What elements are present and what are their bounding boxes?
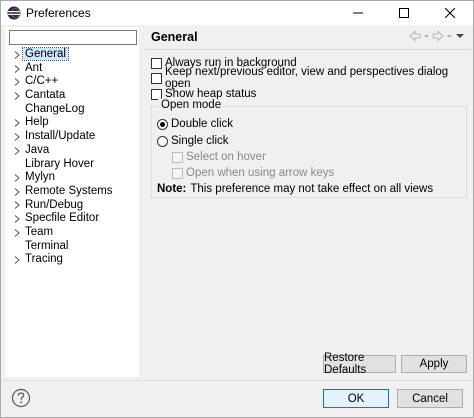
tree-item-label: ChangeLog [25,102,85,115]
view-menu-icon[interactable] [455,30,465,42]
open-arrow-keys-option: Open when using arrow keys [172,166,334,180]
help-icon[interactable] [11,388,31,408]
tree-item[interactable]: Library Hover [5,158,139,172]
tree-item[interactable]: Remote Systems [5,185,139,199]
tree-item-label: Run/Debug [25,198,84,211]
tree-item[interactable]: Java [5,144,139,158]
tree-item-label: Team [25,225,54,238]
chevron-right-icon[interactable] [13,212,21,226]
chevron-right-icon[interactable] [13,116,21,130]
panel-sash[interactable] [141,27,144,377]
forward-arrow-icon[interactable] [432,30,444,42]
tree-item-label: Install/Update [25,130,96,143]
single-click-radio[interactable] [157,135,168,147]
chevron-right-icon[interactable] [13,171,21,185]
tree-item[interactable]: Install/Update [5,130,139,144]
title-bar: Preferences [1,1,473,25]
restore-defaults-button[interactable]: Restore Defaults [323,352,396,376]
preferences-window: Preferences General Ant C/C++ Cantata Change… [0,0,474,418]
tree-item[interactable]: Specfile Editor [5,212,139,226]
chevron-right-icon[interactable] [13,199,21,213]
select-on-hover-option: Select on hover [172,150,266,164]
tree-item-label: C/C++ [25,75,59,88]
tree-item[interactable]: General [5,47,139,62]
page-header: General [145,27,471,47]
chevron-right-icon[interactable] [13,75,21,89]
show-heap-checkbox[interactable] [151,88,162,100]
tree-item-label: Tracing [25,253,63,266]
tree-item-label: Remote Systems [25,184,113,197]
tree-item-label: Ant [25,61,43,74]
single-click-label: Single click [171,135,229,147]
open-mode-title: Open mode [158,99,225,111]
always-run-bg-checkbox[interactable] [151,57,162,69]
minimize-button[interactable] [335,1,381,25]
tree-item-label: General [22,47,69,61]
tree-item[interactable]: Terminal [5,240,139,254]
tree-item[interactable]: Tracing [5,253,139,267]
chevron-right-icon[interactable] [13,48,21,62]
double-click-radio[interactable] [157,118,168,130]
maximize-button[interactable] [381,1,427,25]
back-dropdown-icon[interactable] [423,30,430,42]
tree-item-label: Specfile Editor [25,212,100,225]
tree-item[interactable]: C/C++ [5,75,139,89]
apply-button[interactable]: Apply [401,355,467,373]
open-arrow-keys-label: Open when using arrow keys [186,167,335,179]
cancel-button[interactable]: Cancel [397,389,463,408]
preference-tree: General Ant C/C++ Cantata ChangeLog Help Insta… [5,47,139,267]
back-arrow-icon[interactable] [409,30,421,42]
tree-item[interactable]: Mylyn [5,171,139,185]
tree-item[interactable]: Ant [5,62,139,76]
chevron-right-icon[interactable] [13,89,21,103]
chevron-right-icon[interactable] [13,130,21,144]
chevron-right-icon[interactable] [13,185,21,199]
select-on-hover-label: Select on hover [186,151,266,163]
preference-tree-panel: General Ant C/C++ Cantata ChangeLog Help Insta… [5,27,139,377]
maximize-icon [399,8,409,18]
tree-item[interactable]: Help [5,116,139,130]
filter-input[interactable] [9,30,137,45]
double-click-option[interactable]: Double click [157,117,233,131]
tree-item[interactable]: Cantata [5,89,139,103]
close-icon [445,8,455,18]
page-title: General [151,30,198,44]
tree-item-label: Mylyn [25,171,56,184]
chevron-right-icon[interactable] [13,144,21,158]
footer-separator [1,380,473,381]
chevron-right-icon[interactable] [13,226,21,240]
window-title: Preferences [26,6,91,20]
tree-item-label: Cantata [25,89,66,102]
select-on-hover-checkbox [172,151,183,163]
keep-next-prev-option[interactable]: Keep next/previous editor, view and pers… [151,66,471,90]
note-label: Note: [157,183,187,195]
keep-next-prev-checkbox[interactable] [151,72,162,84]
tree-item[interactable]: Team [5,226,139,240]
minimize-icon [353,12,363,14]
chevron-right-icon[interactable] [13,253,21,267]
forward-dropdown-icon[interactable] [446,30,453,42]
note-text: This preference may not take effect on a… [190,183,434,195]
single-click-option[interactable]: Single click [157,134,229,148]
tree-item-label: Help [25,116,49,129]
preference-page: General Always run in background Keep ne… [145,27,471,377]
eclipse-app-icon [7,6,21,20]
header-separator [145,49,471,50]
double-click-label: Double click [171,118,233,130]
tree-item-label: Terminal [25,239,69,252]
open-mode-group: Open mode Double click Single click Sele… [151,99,467,198]
chevron-right-icon[interactable] [13,62,21,76]
tree-item[interactable]: ChangeLog [5,103,139,117]
ok-button[interactable]: OK [323,389,389,408]
open-mode-note: Note: This preference may not take effec… [157,182,433,196]
close-button[interactable] [427,1,473,25]
tree-item[interactable]: Run/Debug [5,199,139,213]
tree-item-label: Java [25,143,50,156]
open-arrow-keys-checkbox [172,167,183,179]
tree-item-label: Library Hover [25,157,95,170]
